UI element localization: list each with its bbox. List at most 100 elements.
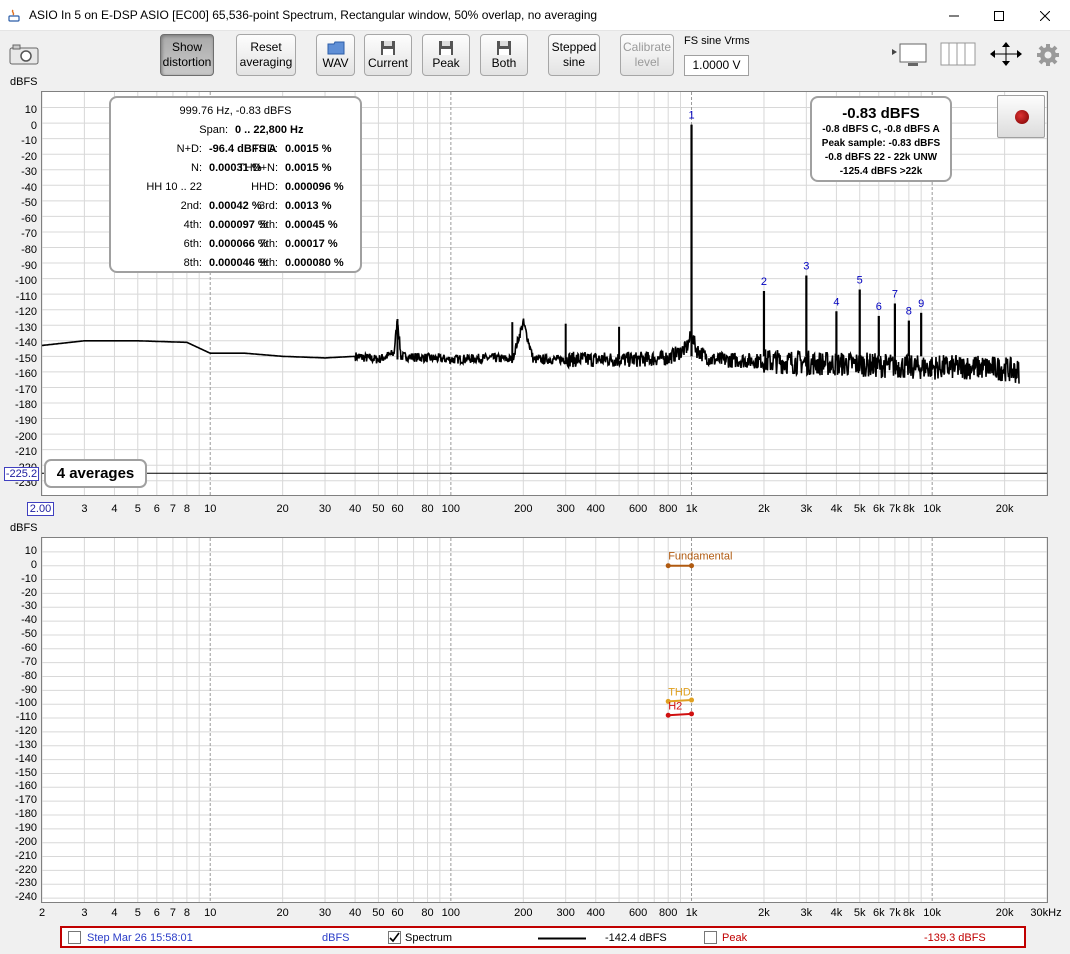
y-tick-label: -200 bbox=[14, 430, 37, 443]
y-tick-label: -120 bbox=[14, 306, 37, 319]
y-tick-label: 10 bbox=[24, 545, 37, 557]
save-icon bbox=[497, 40, 511, 55]
span-label: Span: bbox=[199, 124, 228, 136]
y-tick-label: -130 bbox=[14, 738, 37, 751]
stat-label: 4th: bbox=[183, 219, 202, 231]
y-tick-label: -50 bbox=[21, 197, 37, 210]
y-tick-label: -70 bbox=[21, 655, 37, 668]
y-tick-label: -200 bbox=[14, 835, 37, 848]
fs-sine-input[interactable]: 1.0000 V bbox=[684, 55, 749, 76]
stat-value: 0.000080 % bbox=[285, 257, 344, 269]
reset-averaging-button[interactable]: Reset averaging bbox=[236, 34, 296, 76]
spectrum-checkbox[interactable] bbox=[388, 931, 401, 944]
x-tick-label: 1k bbox=[685, 907, 698, 919]
record-button[interactable] bbox=[997, 95, 1045, 138]
wav-button[interactable]: WAV bbox=[316, 34, 355, 76]
trace-label: THD bbox=[668, 686, 691, 698]
minimize-button[interactable] bbox=[931, 0, 977, 31]
save-peak-button[interactable]: Peak bbox=[422, 34, 470, 76]
x-tick-label: 1k bbox=[685, 503, 698, 515]
x-tick-label: 10 bbox=[204, 907, 217, 919]
y-tick-label: -100 bbox=[14, 275, 37, 288]
stats-row: N+D: -96.4 dBFS A THD: 0.0015 % bbox=[111, 143, 360, 157]
distortion-stats-panel: 999.76 Hz, -0.83 dBFS Span: 0 .. 22,800 … bbox=[109, 96, 362, 273]
level-line-1: -0.8 dBFS C, -0.8 dBFS A bbox=[822, 124, 940, 135]
y-tick-label: -110 bbox=[15, 711, 37, 724]
y-tick-label: -140 bbox=[14, 337, 37, 350]
spectrum-value: -142.4 dBFS bbox=[605, 932, 667, 944]
save-both-button[interactable]: Both bbox=[480, 34, 528, 76]
distortion-chart: Fundamental THD H2 bbox=[41, 538, 1048, 902]
save-icon bbox=[381, 40, 395, 55]
harmonic-label: 6 bbox=[876, 301, 882, 313]
stat-label: 5th: bbox=[259, 219, 278, 231]
stat-label: 3rd: bbox=[259, 200, 278, 212]
gear-icon[interactable] bbox=[1036, 43, 1060, 67]
stat-label: 7th: bbox=[259, 238, 278, 250]
stat-value: 0.00017 % bbox=[285, 238, 338, 250]
maximize-button[interactable] bbox=[976, 0, 1022, 31]
trace-point bbox=[665, 563, 671, 569]
fs-sine-label: FS sine Vrms bbox=[684, 35, 750, 47]
x-start-field[interactable]: 2.00 bbox=[27, 502, 54, 516]
stat-label: THD+N: bbox=[237, 162, 278, 174]
spectrum-line-swatch bbox=[538, 937, 586, 940]
distortion-plot[interactable]: Fundamental THD H2 bbox=[41, 537, 1048, 903]
y-tick-label: -10 bbox=[21, 572, 37, 585]
stat-value: 0.0013 % bbox=[285, 200, 332, 212]
level-readout-panel: -0.83 dBFS -0.8 dBFS C, -0.8 dBFS A Peak… bbox=[810, 96, 952, 182]
level-line-4: -125.4 dBFS >22k bbox=[839, 166, 923, 177]
stepped-sine-line1: Stepped bbox=[551, 40, 597, 54]
y-tick-label: -10 bbox=[21, 135, 37, 148]
stepped-sine-button[interactable]: Stepped sine bbox=[548, 34, 600, 76]
reset-averaging-line2: averaging bbox=[239, 55, 293, 69]
peak-checkbox[interactable] bbox=[704, 931, 717, 944]
peak-label: Peak bbox=[432, 55, 460, 70]
stats-row: HH 10 .. 22 HHD: 0.000096 % bbox=[111, 181, 360, 195]
level-line-3: -0.8 dBFS 22 - 22k UNW bbox=[824, 152, 938, 163]
y-tick-label: -170 bbox=[14, 794, 37, 807]
x-tick-label: 10k bbox=[923, 503, 942, 515]
columns-icon[interactable] bbox=[940, 41, 976, 67]
close-icon bbox=[1040, 10, 1050, 21]
java-app-icon bbox=[8, 9, 20, 22]
calibrate-level-line2: level bbox=[634, 55, 660, 69]
both-label: Both bbox=[491, 55, 517, 70]
close-button[interactable] bbox=[1022, 0, 1068, 31]
y-tick-label: -140 bbox=[14, 752, 37, 765]
y-tick-label: -80 bbox=[21, 669, 37, 682]
step-checkbox[interactable] bbox=[68, 931, 81, 944]
y-tick-label: -170 bbox=[14, 383, 37, 396]
move-arrows-icon[interactable] bbox=[988, 41, 1024, 67]
x-tick-label: 20k bbox=[995, 907, 1014, 919]
stat-value: 0.000096 % bbox=[285, 181, 344, 193]
averages-badge: 4 averages bbox=[44, 459, 147, 488]
show-distortion-button[interactable]: Show distortion bbox=[160, 34, 214, 76]
calibrate-level-button[interactable]: Calibrate level bbox=[620, 34, 674, 76]
stat-value: 0.00042 % bbox=[209, 200, 262, 212]
camera-icon[interactable] bbox=[9, 43, 39, 65]
harmonic-label: 8 bbox=[906, 306, 912, 318]
stat-label: HHD: bbox=[251, 181, 278, 193]
save-icon bbox=[439, 40, 453, 55]
y-tick-label: -190 bbox=[14, 822, 37, 834]
stats-row: N: 0.00031 % THD+N: 0.0015 % bbox=[111, 162, 360, 176]
y-tick-label: -90 bbox=[21, 259, 37, 272]
window-title: ASIO In 5 on E-DSP ASIO [EC00] 65,536-po… bbox=[29, 8, 598, 22]
y-tick-label: -180 bbox=[14, 808, 37, 821]
y-tick-label: -160 bbox=[14, 368, 37, 381]
x-tick-label: 2k bbox=[758, 907, 770, 919]
y-tick-label: -90 bbox=[21, 683, 37, 696]
bottom-y-unit: dBFS bbox=[10, 522, 38, 534]
folder-icon bbox=[327, 41, 344, 54]
y-tick-label: -210 bbox=[14, 849, 37, 862]
stats-frequency-level: 999.76 Hz, -0.83 dBFS bbox=[179, 105, 292, 117]
trace-label: Fundamental bbox=[668, 551, 732, 563]
calibrate-level-line1: Calibrate bbox=[622, 40, 672, 54]
save-current-button[interactable]: Current bbox=[364, 34, 412, 76]
cursor-value-field[interactable]: -225.2 bbox=[4, 467, 39, 481]
window-layout-icon[interactable] bbox=[890, 41, 930, 67]
y-tick-label: -160 bbox=[14, 780, 37, 793]
y-tick-label: -120 bbox=[14, 725, 37, 738]
stats-row: 6th: 0.000066 % 7th: 0.00017 % bbox=[111, 238, 360, 252]
